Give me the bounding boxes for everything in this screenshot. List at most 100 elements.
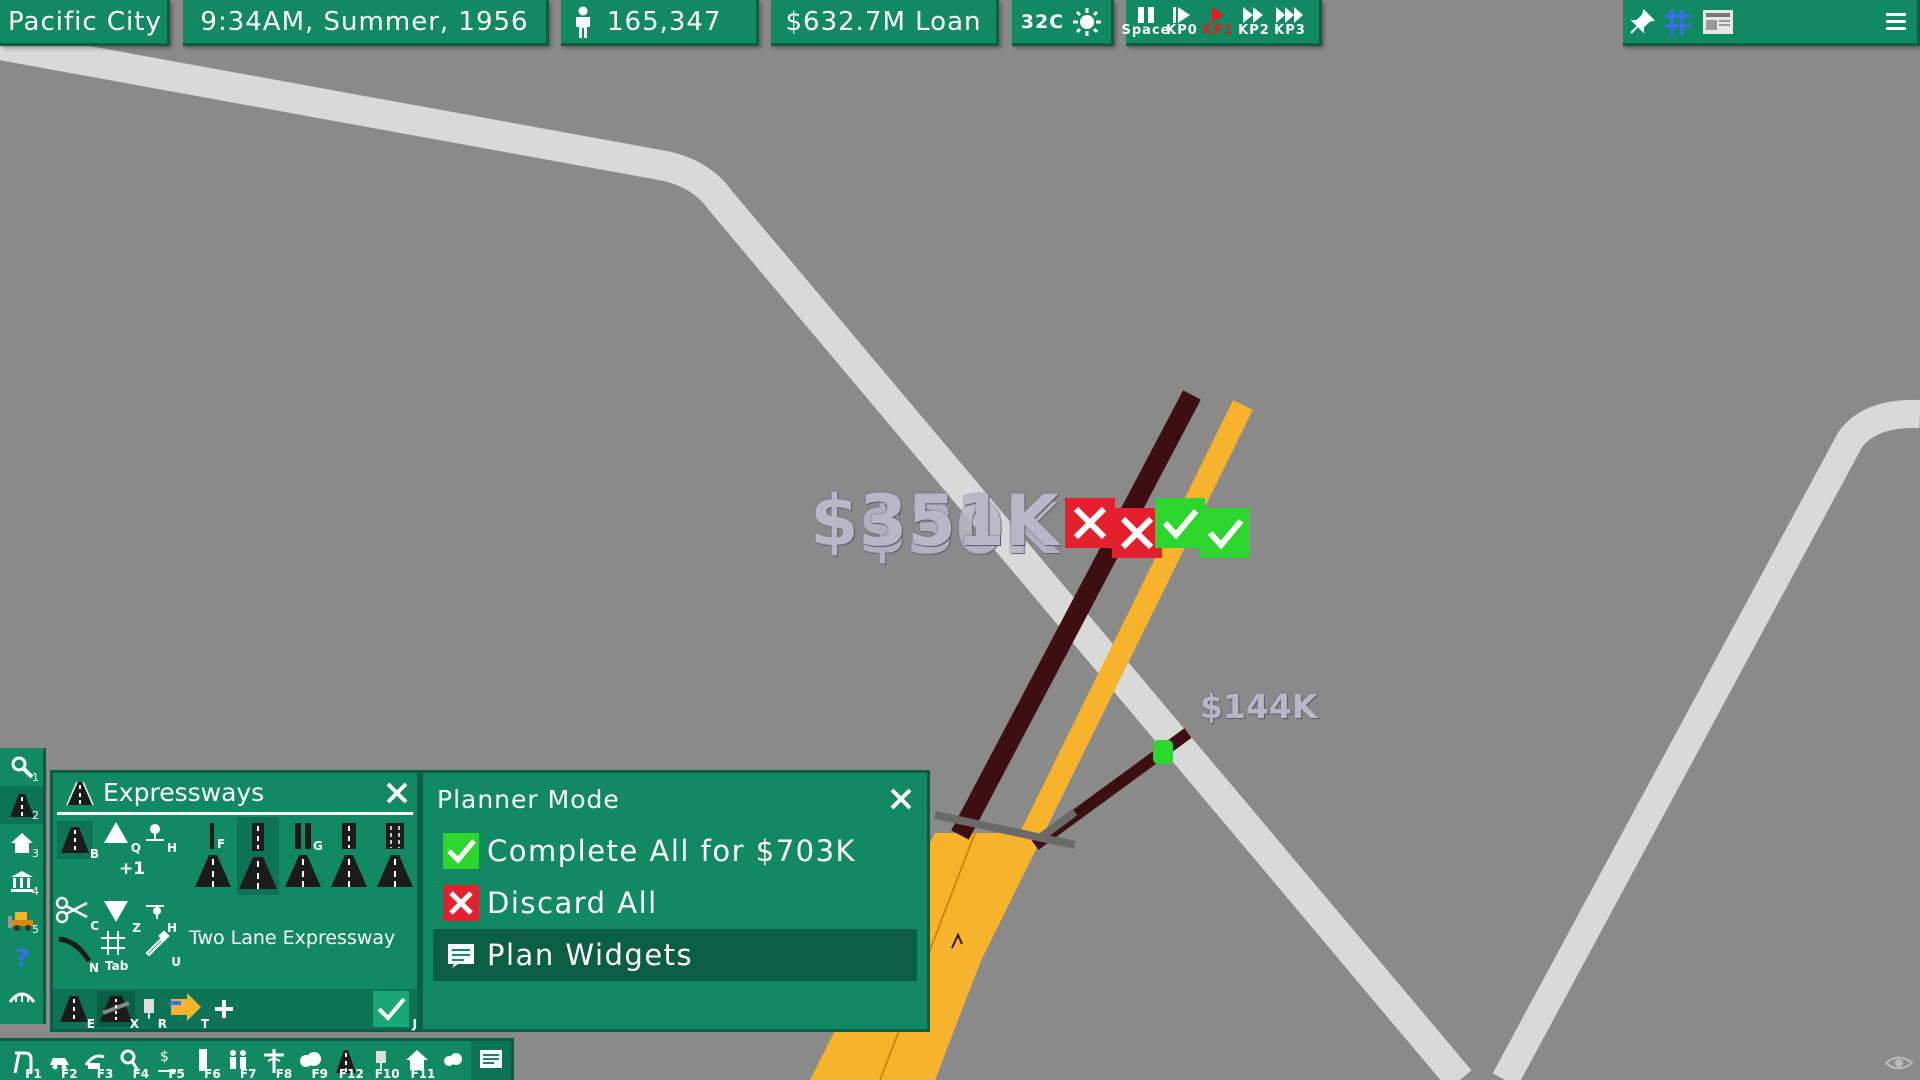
confirm-button[interactable]: J (373, 991, 417, 1031)
speed-1-key: KP1 (1202, 23, 1234, 38)
bottom-tool-notes[interactable] (471, 1040, 511, 1080)
check-icon (443, 833, 479, 869)
help-tool[interactable]: ? (0, 938, 43, 976)
plan-widgets-label: Plan Widgets (487, 938, 694, 972)
weather-box[interactable]: 32C (1012, 0, 1114, 46)
bottom-tool-key: F9 (311, 1066, 329, 1080)
newspaper-icon[interactable] (1701, 8, 1735, 36)
curve-button[interactable]: N (57, 933, 99, 975)
expressway-build-button[interactable]: B (57, 821, 99, 861)
accept-plan-marker[interactable] (1155, 498, 1205, 548)
grid-icon[interactable] (1663, 7, 1693, 37)
bottom-tool-people[interactable]: F7 (221, 1041, 256, 1080)
discard-all-label: Discard All (487, 886, 658, 920)
cut-button[interactable]: C (55, 895, 99, 933)
key-b: B (89, 847, 99, 861)
bottom-tool-rail[interactable]: F3 (78, 1041, 113, 1080)
bulldozer-tool-key: 5 (32, 923, 39, 936)
direction-mode-button[interactable]: T (167, 991, 209, 1031)
pin-icon[interactable] (1629, 8, 1655, 35)
key-f: F (217, 837, 226, 851)
expressway-type-icon (331, 823, 367, 887)
menu-icon[interactable] (1885, 9, 1907, 35)
transit-mode-button[interactable]: R (139, 991, 167, 1031)
bottom-tool-pollution[interactable]: F9 (292, 1041, 328, 1080)
bottom-tool-weather[interactable] (435, 1041, 471, 1080)
expressways-panel: Expressways B Q H +1 C Z H N Tab U F G T… (50, 770, 420, 1032)
grid-snap-button[interactable]: Tab (99, 929, 128, 973)
road-node[interactable] (1153, 740, 1173, 764)
expressway-type-icon (195, 823, 231, 887)
close-icon[interactable] (385, 781, 409, 805)
bottom-tool-road[interactable]: F1 (6, 1041, 42, 1080)
eyedropper-button[interactable]: U (143, 929, 181, 969)
money-box[interactable]: $632.7M Loan (771, 0, 999, 46)
lower-button[interactable]: Z (101, 897, 141, 935)
expressway-type-4[interactable] (329, 821, 369, 891)
bottom-tool-key: F8 (275, 1066, 293, 1080)
money: $632.7M Loan (785, 6, 982, 37)
left-toolbar: 1 2 3 4 5 ? (0, 748, 46, 1024)
raise-button[interactable]: Q (101, 819, 141, 855)
bottom-tool-car[interactable]: F2 (42, 1041, 78, 1080)
road-tool-key: 2 (32, 809, 39, 822)
bottom-tool-traffic[interactable]: F4 (113, 1041, 149, 1080)
add-button[interactable] (211, 991, 237, 1027)
bottom-tool-transit[interactable]: F10 (364, 1041, 400, 1080)
speed-0-button[interactable]: KP0 (1164, 0, 1200, 44)
bottom-tool-key: F5 (168, 1066, 185, 1080)
expressways-panel-title: Expressways (103, 778, 265, 807)
terrain-icon (8, 992, 35, 1003)
reject-plan-marker[interactable] (1065, 498, 1115, 548)
x-icon (1120, 516, 1154, 550)
road-tool[interactable]: 2 (0, 786, 43, 824)
plan-widgets-button[interactable]: Plan Widgets (433, 929, 917, 981)
key-e: E (86, 1017, 95, 1031)
pause-button[interactable]: Space (1122, 0, 1169, 44)
key-x: X (129, 1017, 139, 1031)
bottom-tool-health[interactable]: F8 (256, 1041, 292, 1080)
expressway-mode-button[interactable]: E (57, 991, 95, 1031)
expressway-type-3[interactable]: G (283, 821, 323, 891)
complete-all-button[interactable]: Complete All for $703K (433, 825, 917, 877)
speed-1-button[interactable]: KP1 (1200, 0, 1236, 44)
interchange-mode-button[interactable]: X (97, 991, 139, 1031)
speed-2-key: KP2 (1238, 23, 1270, 38)
city-name-box[interactable]: Pacific City (0, 0, 170, 46)
terrain-tool[interactable] (0, 976, 43, 1014)
planner-panel: Planner Mode Complete All for $703K Disc… (420, 770, 930, 1032)
expressway-type-5[interactable] (375, 821, 415, 891)
selected-expressway-type: Two Lane Expressway (189, 927, 396, 949)
planner-panel-header: Planner Mode (423, 773, 927, 825)
speed3-icon (1276, 7, 1303, 23)
expressway-icon (66, 781, 94, 805)
zone-tool[interactable]: 3 (0, 824, 43, 862)
expressway-type-icon (239, 823, 277, 889)
buildings-tool[interactable]: 4 (0, 862, 43, 900)
speed-3-button[interactable]: KP3 (1272, 0, 1308, 44)
elevation-tree-button[interactable]: H (143, 821, 177, 855)
accept-plan-marker[interactable] (1200, 508, 1250, 558)
bulldozer-tool[interactable]: 5 (0, 900, 43, 938)
datetime-box[interactable]: 9:34AM, Summer, 1956 (183, 0, 549, 46)
zone-tool-key: 3 (32, 847, 39, 860)
bottom-tool-zone[interactable]: F11 (400, 1041, 435, 1080)
cost-label-large: $351K (810, 480, 1060, 562)
bottom-tool-key: F4 (132, 1066, 150, 1080)
bottom-tool-tower[interactable]: F6 (185, 1041, 221, 1080)
expressway-type-2-selected[interactable] (237, 817, 279, 895)
discard-all-button[interactable]: Discard All (433, 877, 917, 929)
query-tool[interactable]: 1 (0, 748, 43, 786)
lower-tree-button[interactable]: H (143, 899, 177, 935)
close-icon[interactable] (889, 787, 913, 811)
check-icon (1207, 519, 1244, 550)
speed-2-button[interactable]: KP2 (1236, 0, 1272, 44)
bottom-tool-road-zone[interactable]: F12 (328, 1041, 364, 1080)
check-icon (377, 997, 406, 1021)
bottom-tool-budget[interactable]: $ F5 (149, 1041, 185, 1080)
expressway-type-1[interactable]: F (193, 821, 233, 891)
population-box[interactable]: 165,347 (561, 0, 759, 46)
arrow-up-icon (104, 822, 128, 843)
eye-icon[interactable] (1884, 1054, 1914, 1072)
key-q: Q (130, 841, 141, 855)
